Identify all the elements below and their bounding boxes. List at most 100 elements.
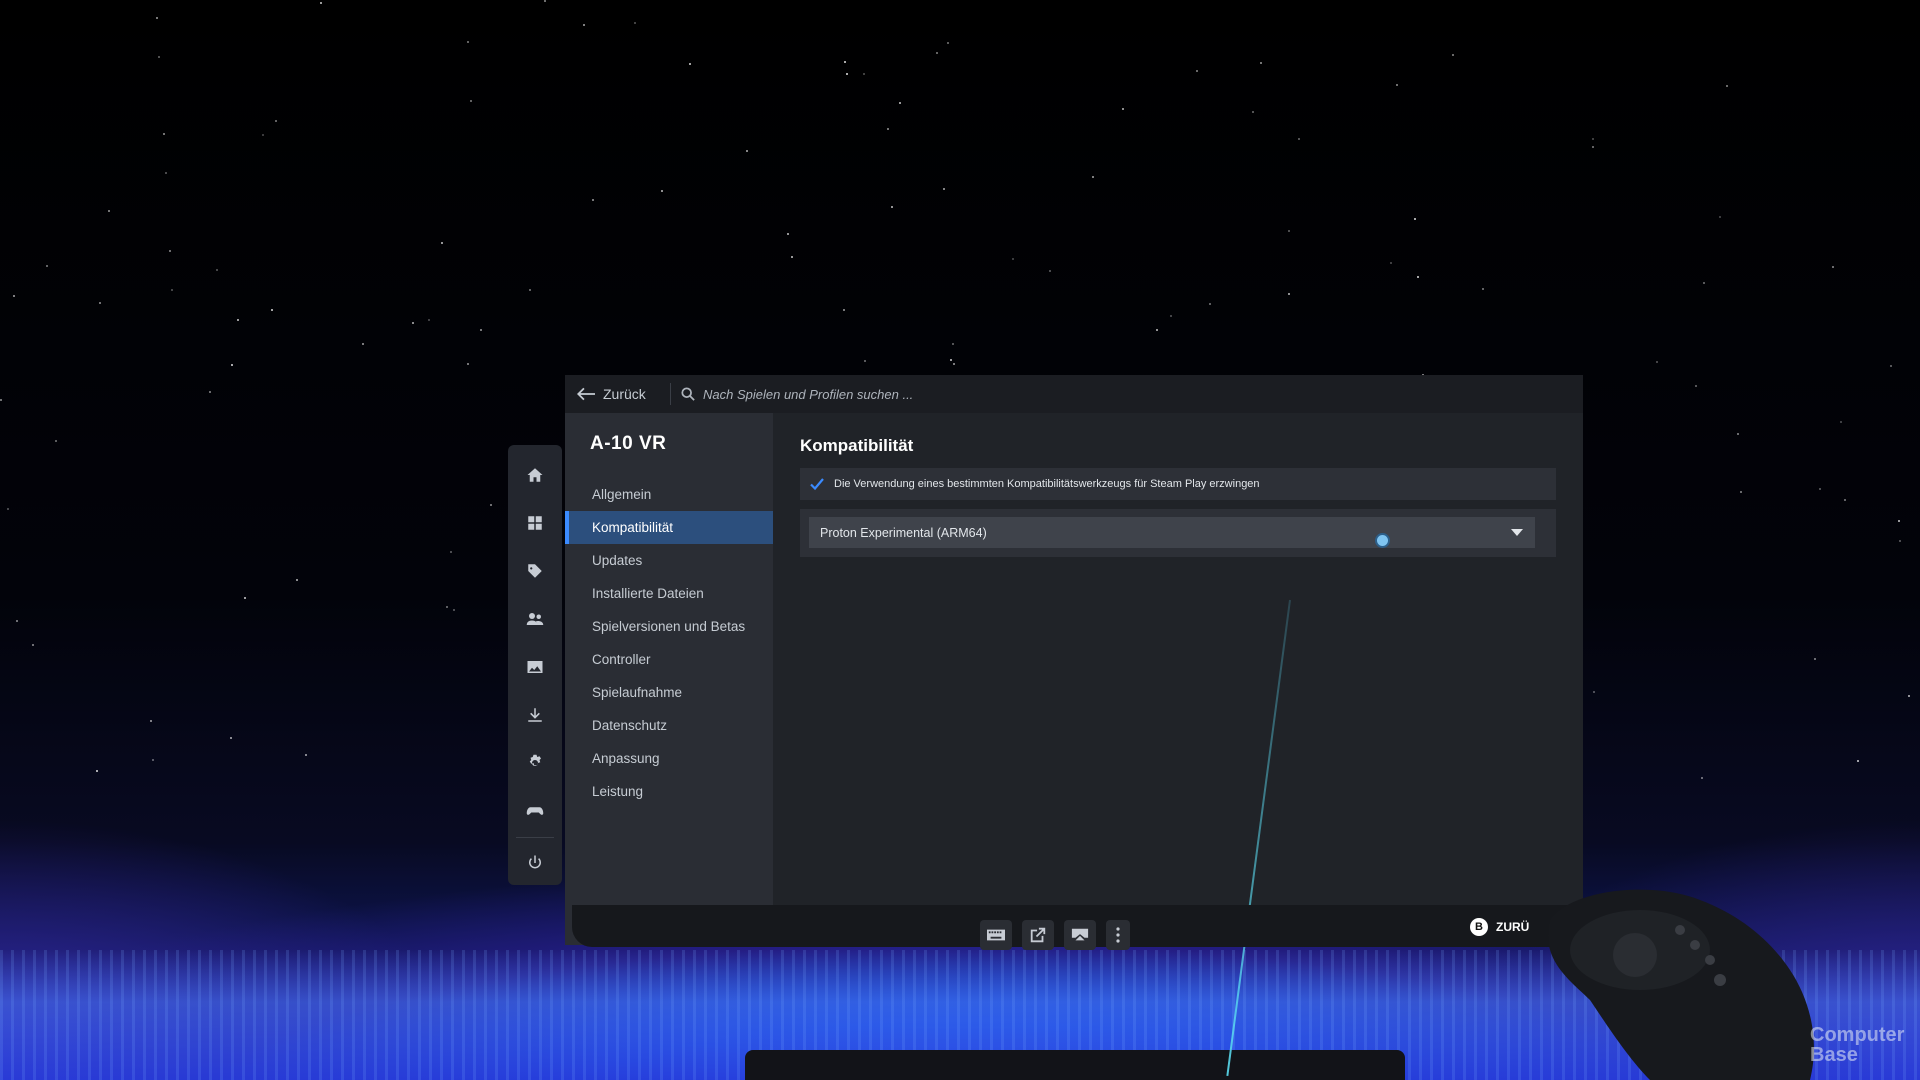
star — [1656, 361, 1658, 363]
star — [1737, 433, 1739, 435]
sidebar-item-spielversionen[interactable]: Spielversionen und Betas — [565, 610, 773, 643]
sidebar-item-anpassung[interactable]: Anpassung — [565, 742, 773, 775]
star — [544, 0, 546, 2]
settings-gear-icon[interactable] — [508, 743, 562, 783]
b-button-glyph: B — [1470, 918, 1488, 936]
force-tool-label: Die Verwendung eines bestimmten Kompatib… — [834, 478, 1260, 490]
star — [1092, 176, 1094, 178]
star — [943, 188, 945, 190]
store-tag-icon[interactable] — [508, 551, 562, 591]
star — [480, 329, 482, 331]
back-label: Zurück — [603, 386, 646, 402]
bottom-dock — [745, 1050, 1405, 1080]
back-hint-label: ZURÜ — [1496, 920, 1530, 934]
properties-nav: Allgemein Kompatibilität Updates Install… — [565, 478, 773, 808]
star — [296, 579, 298, 581]
compat-tool-dropdown[interactable]: Proton Experimental (ARM64) — [809, 517, 1535, 548]
star — [791, 256, 793, 258]
controller-icon[interactable] — [508, 791, 562, 831]
star — [156, 17, 158, 19]
star — [231, 364, 233, 366]
star — [891, 206, 893, 208]
star — [7, 508, 9, 510]
search-icon — [681, 387, 695, 401]
star — [467, 41, 469, 43]
star — [843, 309, 845, 311]
star — [150, 720, 152, 722]
star — [271, 309, 273, 311]
section-title: Kompatibilität — [800, 436, 914, 455]
star — [1840, 421, 1842, 423]
sidebar-item-datenschutz[interactable]: Datenschutz — [565, 709, 773, 742]
star — [320, 2, 322, 4]
search-placeholder: Nach Spielen und Profilen suchen ... — [703, 386, 914, 402]
star — [1832, 266, 1834, 268]
star — [1288, 293, 1290, 295]
star — [529, 289, 531, 291]
star — [470, 100, 472, 102]
star — [16, 620, 18, 622]
star — [237, 319, 239, 321]
star — [1170, 315, 1172, 317]
left-nav-rail — [508, 445, 562, 885]
star — [592, 199, 594, 201]
star — [947, 42, 949, 44]
checkmark-icon — [810, 478, 824, 491]
star — [863, 73, 865, 75]
chevron-down-icon — [1511, 529, 1523, 536]
search-field[interactable]: Nach Spielen und Profilen suchen ... — [681, 381, 913, 407]
star — [1452, 54, 1454, 56]
sidebar-item-kompatibilitaet[interactable]: Kompatibilität — [565, 511, 773, 544]
force-tool-checkbox[interactable] — [810, 477, 824, 491]
external-link-icon[interactable] — [1022, 920, 1054, 950]
sidebar-item-leistung[interactable]: Leistung — [565, 775, 773, 808]
tool-select-row: Proton Experimental (ARM64) — [800, 509, 1556, 557]
library-grid-icon[interactable] — [508, 503, 562, 543]
star — [0, 399, 2, 401]
star — [1726, 85, 1728, 87]
sidebar-item-updates[interactable]: Updates — [565, 544, 773, 577]
star — [1482, 288, 1484, 290]
star — [1592, 146, 1594, 148]
star — [169, 250, 171, 252]
home-icon[interactable] — [508, 455, 562, 495]
star — [446, 606, 448, 608]
star — [441, 242, 443, 244]
force-tool-row[interactable]: Die Verwendung eines bestimmten Kompatib… — [800, 468, 1556, 500]
star — [952, 343, 954, 345]
star — [1396, 84, 1398, 86]
star — [1012, 258, 1014, 260]
star — [165, 172, 167, 174]
media-icon[interactable] — [508, 647, 562, 687]
friends-icon[interactable] — [508, 599, 562, 639]
star — [846, 73, 848, 75]
back-button[interactable]: Zurück — [577, 381, 646, 407]
topbar-divider — [670, 383, 671, 405]
sidebar-item-allgemein[interactable]: Allgemein — [565, 478, 773, 511]
power-icon[interactable] — [508, 843, 562, 883]
star — [152, 759, 154, 761]
recenter-icon[interactable] — [1064, 920, 1096, 950]
sidebar-item-spielaufnahme[interactable]: Spielaufnahme — [565, 676, 773, 709]
game-title: A-10 VR — [590, 433, 667, 454]
star — [171, 289, 173, 291]
star — [899, 102, 901, 104]
keyboard-icon[interactable] — [980, 920, 1012, 950]
downloads-icon[interactable] — [508, 695, 562, 735]
star — [953, 363, 955, 365]
sidebar-item-controller[interactable]: Controller — [565, 643, 773, 676]
star — [844, 61, 846, 63]
star — [1592, 138, 1594, 140]
star — [950, 359, 952, 361]
sidebar-item-installierte-dateien[interactable]: Installierte Dateien — [565, 577, 773, 610]
rail-divider — [516, 837, 554, 838]
star — [209, 391, 211, 393]
watermark-logo: Computer Base — [1810, 1024, 1905, 1066]
more-options-icon[interactable] — [1106, 920, 1130, 950]
star — [99, 302, 101, 304]
star — [1414, 218, 1416, 220]
star — [634, 22, 636, 24]
star — [1814, 658, 1816, 660]
star — [1390, 262, 1392, 264]
star — [787, 233, 789, 235]
